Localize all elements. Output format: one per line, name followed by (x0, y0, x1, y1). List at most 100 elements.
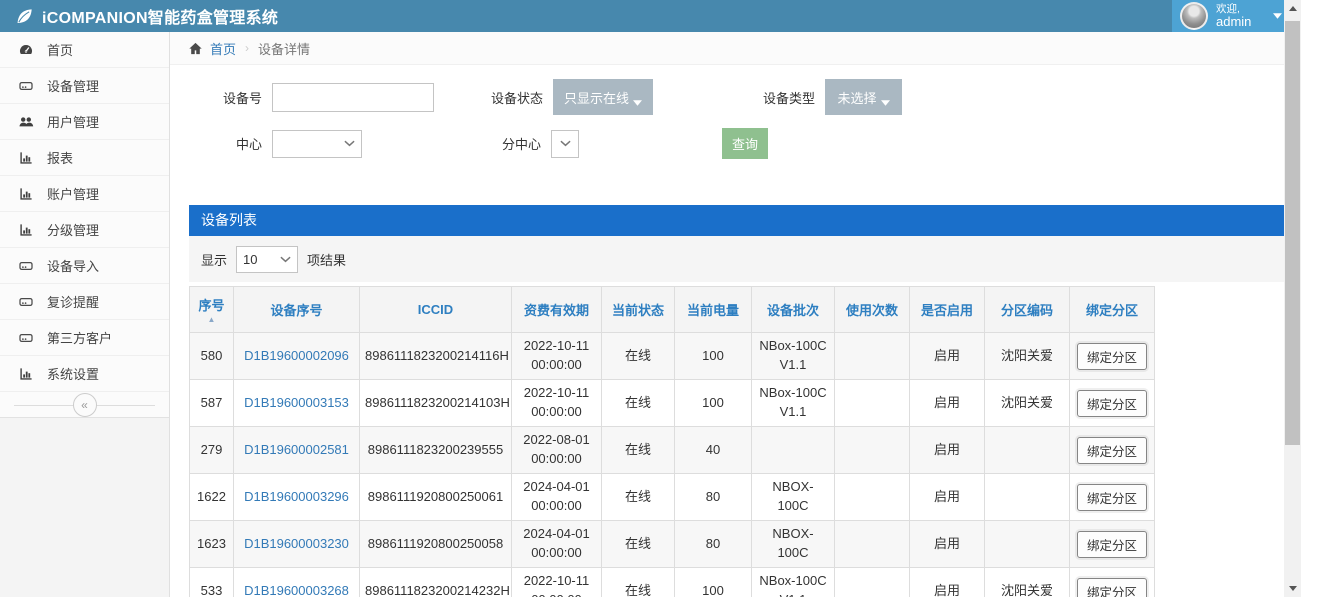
column-header-serial[interactable]: 设备序号 (234, 287, 360, 333)
device-serial-link[interactable]: D1B19600003230 (244, 536, 349, 551)
sidebar-menu: 首页设备管理用户管理报表账户管理分级管理设备导入复诊提醒第三方客户系统设置 (0, 32, 169, 392)
scrollbar-thumb[interactable] (1285, 21, 1300, 445)
app-brand: iCOMPANION智能药盒管理系统 (0, 4, 278, 28)
cell-usage (835, 521, 910, 568)
chart-icon (17, 366, 34, 382)
subcenter-select[interactable] (551, 130, 579, 158)
device-serial-link[interactable]: D1B19600003153 (244, 395, 349, 410)
scroll-down-button[interactable] (1284, 580, 1301, 597)
chevron-down-icon (280, 256, 291, 263)
cell-enabled: 启用 (910, 427, 985, 474)
cell-expiry: 2022-10-11 00:00:00 (512, 568, 602, 597)
panel-title: 设备列表 (189, 205, 1284, 236)
column-header-action[interactable]: 绑定分区 (1070, 287, 1155, 333)
table-wrap: 序号▲设备序号ICCID资费有效期当前状态当前电量设备批次使用次数是否启用分区编… (189, 286, 1284, 597)
cell-serial: D1B19600002096 (234, 333, 360, 380)
cell-expiry: 2022-10-11 00:00:00 (512, 380, 602, 427)
page-size-select[interactable]: 10 (236, 246, 298, 273)
cell-status: 在线 (602, 521, 675, 568)
column-label: 设备序号 (237, 300, 356, 319)
filter-form: 设备号 设备状态 只显示在线 设备类型 未选择 中心 (170, 65, 1301, 179)
device-status-dropdown[interactable]: 只显示在线 (553, 79, 653, 115)
cell-seq: 580 (190, 333, 234, 380)
device-no-label: 设备号 (215, 88, 262, 107)
sidebar-item-third-party[interactable]: 第三方客户 (0, 320, 169, 356)
cell-seq: 1623 (190, 521, 234, 568)
device-no-input[interactable] (272, 83, 434, 112)
device-serial-link[interactable]: D1B19600003296 (244, 489, 349, 504)
column-header-battery[interactable]: 当前电量 (675, 287, 752, 333)
column-label: 分区编码 (988, 300, 1066, 319)
user-menu[interactable]: 欢迎, admin (1172, 0, 1290, 32)
bind-partition-button[interactable]: 绑定分区 (1077, 531, 1147, 558)
column-header-partition[interactable]: 分区编码 (985, 287, 1070, 333)
app-header: iCOMPANION智能药盒管理系统 欢迎, admin (0, 0, 1301, 32)
column-header-enabled[interactable]: 是否启用 (910, 287, 985, 333)
cell-partition: 沈阳关爱 (985, 333, 1070, 380)
welcome-block: 欢迎, admin (1216, 3, 1251, 30)
cell-battery: 100 (675, 380, 752, 427)
device-serial-link[interactable]: D1B19600002581 (244, 442, 349, 457)
scroll-down-icon (1289, 586, 1297, 591)
sidebar-item-revisit-reminder[interactable]: 复诊提醒 (0, 284, 169, 320)
sidebar-collapse-button[interactable]: « (73, 393, 97, 417)
sidebar-item-report[interactable]: 报表 (0, 140, 169, 176)
sidebar-item-user-mgmt[interactable]: 用户管理 (0, 104, 169, 140)
caret-down-icon (881, 100, 890, 106)
scroll-up-button[interactable] (1284, 0, 1301, 17)
sidebar-item-system-settings[interactable]: 系统设置 (0, 356, 169, 392)
vertical-scrollbar[interactable] (1284, 0, 1301, 597)
cell-batch: NBox-100C V1.1 (752, 333, 835, 380)
column-header-status[interactable]: 当前状态 (602, 287, 675, 333)
sidebar-item-label: 系统设置 (47, 364, 99, 383)
column-header-usage[interactable]: 使用次数 (835, 287, 910, 333)
bind-partition-button[interactable]: 绑定分区 (1077, 578, 1147, 597)
dashboard-icon (17, 42, 34, 58)
sidebar-item-device-import[interactable]: 设备导入 (0, 248, 169, 284)
username: admin (1216, 15, 1251, 30)
cell-battery: 80 (675, 521, 752, 568)
sidebar-item-home[interactable]: 首页 (0, 32, 169, 68)
app-title: iCOMPANION智能药盒管理系统 (42, 4, 278, 28)
column-header-expiry[interactable]: 资费有效期 (512, 287, 602, 333)
cell-usage (835, 474, 910, 521)
table-row: 1623D1B196000032308986111920800250058202… (190, 521, 1155, 568)
cell-iccid: 8986111823200214116H (360, 333, 512, 380)
bind-partition-button[interactable]: 绑定分区 (1077, 484, 1147, 511)
device-icon (17, 294, 34, 310)
column-header-iccid[interactable]: ICCID (360, 287, 512, 333)
cell-action: 绑定分区 (1070, 521, 1155, 568)
cell-partition (985, 521, 1070, 568)
device-type-dropdown[interactable]: 未选择 (825, 79, 902, 115)
cell-iccid: 8986111823200239555 (360, 427, 512, 474)
bind-partition-button[interactable]: 绑定分区 (1077, 343, 1147, 370)
cell-partition: 沈阳关爱 (985, 380, 1070, 427)
center-select[interactable] (272, 130, 362, 158)
results-label: 项结果 (307, 250, 346, 269)
cell-serial: D1B19600002581 (234, 427, 360, 474)
chevron-down-icon (344, 140, 355, 147)
sidebar-item-account-mgmt[interactable]: 账户管理 (0, 176, 169, 212)
cell-serial: D1B19600003296 (234, 474, 360, 521)
cell-partition (985, 427, 1070, 474)
page-size-row: 显示 10 项结果 (189, 236, 1284, 282)
column-header-seq[interactable]: 序号▲ (190, 287, 234, 333)
sidebar-item-level-mgmt[interactable]: 分级管理 (0, 212, 169, 248)
bind-partition-button[interactable]: 绑定分区 (1077, 390, 1147, 417)
sidebar-item-device-mgmt[interactable]: 设备管理 (0, 68, 169, 104)
cell-seq: 279 (190, 427, 234, 474)
column-label: 绑定分区 (1073, 300, 1151, 319)
filter-row-2: 中心 分中心 查询 (215, 128, 1301, 159)
bind-partition-button[interactable]: 绑定分区 (1077, 437, 1147, 464)
page-size-value: 10 (243, 252, 257, 267)
cell-usage (835, 333, 910, 380)
breadcrumb-home-link[interactable]: 首页 (210, 39, 236, 58)
device-serial-link[interactable]: D1B19600003268 (244, 583, 349, 597)
device-serial-link[interactable]: D1B19600002096 (244, 348, 349, 363)
avatar (1180, 2, 1208, 30)
cell-enabled: 启用 (910, 474, 985, 521)
column-header-batch[interactable]: 设备批次 (752, 287, 835, 333)
cell-expiry: 2022-08-01 00:00:00 (512, 427, 602, 474)
table-row: 533D1B196000032688986111823200214232H202… (190, 568, 1155, 597)
search-button[interactable]: 查询 (722, 128, 768, 159)
